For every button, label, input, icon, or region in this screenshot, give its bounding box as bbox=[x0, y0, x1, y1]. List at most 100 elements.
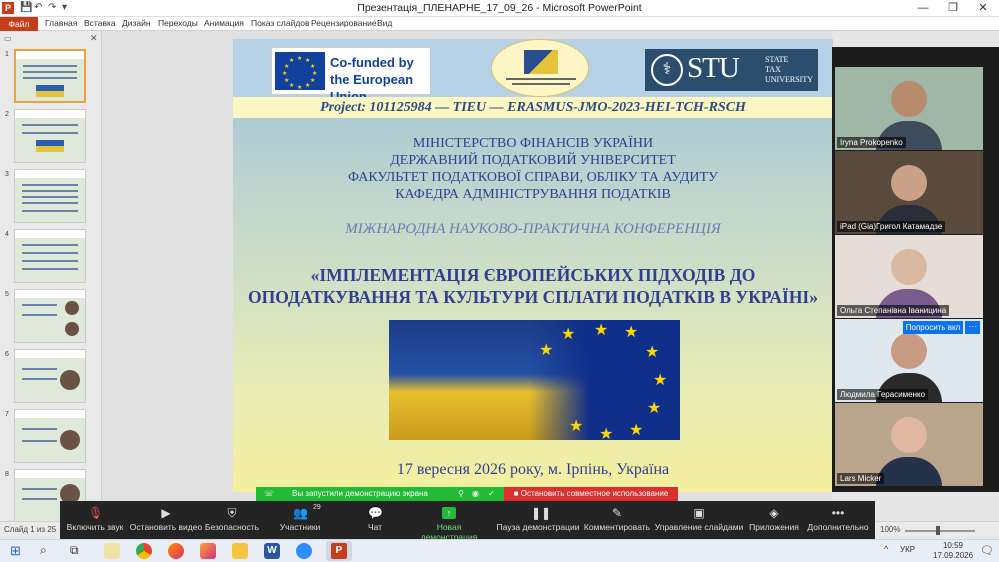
thumb-slide-6[interactable] bbox=[14, 349, 86, 403]
powerpoint-taskbar-button[interactable]: P bbox=[326, 541, 352, 561]
close-button[interactable]: ✕ bbox=[968, 0, 998, 17]
mic-muted-icon: 🎙 bbox=[88, 506, 104, 520]
stu-logo: ⚕ STU STATE TAX UNIVERSITY bbox=[645, 49, 818, 91]
security-button[interactable]: ⛨ Безопасность bbox=[204, 501, 260, 539]
participants-count: 29 bbox=[313, 504, 321, 511]
share-mic-icon: ⚲ bbox=[458, 489, 464, 498]
video-tile[interactable]: Lars Micker bbox=[835, 403, 983, 486]
keyboard-language[interactable]: УКР bbox=[900, 545, 915, 554]
tab-review[interactable]: Рецензирование bbox=[311, 18, 377, 28]
clock-date: 17.09.2026 bbox=[933, 551, 974, 560]
stop-share-button[interactable]: ■ Остановить совместное использование bbox=[504, 487, 678, 501]
tab-design[interactable]: Дизайн bbox=[122, 18, 151, 28]
university-line: ДЕРЖАВНИЙ ПОДАТКОВИЙ УНІВЕРСИТЕТ bbox=[390, 153, 676, 168]
windows-taskbar: ⊞ ⌕ ⧉ W P ^ УКР 10:59 17.09.2026 🗨 bbox=[0, 539, 999, 562]
more-options-button[interactable]: ··· bbox=[965, 321, 980, 334]
thumb-number: 3 bbox=[5, 171, 9, 178]
slides-tab-icon[interactable]: ▭ bbox=[4, 34, 12, 43]
thumb-number: 6 bbox=[5, 351, 9, 358]
tab-home[interactable]: Главная bbox=[45, 18, 77, 28]
annotate-button[interactable]: ✎ Комментировать bbox=[582, 501, 652, 539]
slide-header: ★★★★★★★★★★★★ Co-funded by the European U… bbox=[233, 39, 833, 104]
thumb-slide-7[interactable] bbox=[14, 409, 86, 463]
eu-logo-line1: Co-funded by bbox=[330, 55, 414, 70]
video-tile[interactable]: Iryna Prokopenko bbox=[835, 67, 983, 150]
share-banner-text: Вы запустили демонстрацию экрана bbox=[292, 489, 428, 498]
thumb-slide-5[interactable] bbox=[14, 289, 86, 343]
thumb-slide-1[interactable] bbox=[14, 49, 86, 103]
slide-counter: Слайд 1 из 25 bbox=[4, 525, 57, 534]
share-shield-icon: ✓ bbox=[488, 489, 495, 498]
thumb-slide-4[interactable] bbox=[14, 229, 86, 283]
maximize-button[interactable]: ❐ bbox=[938, 0, 968, 17]
tab-animation[interactable]: Анимация bbox=[204, 18, 244, 28]
stu-emblem-icon: ⚕ bbox=[651, 54, 683, 86]
tab-view[interactable]: Вид bbox=[377, 18, 392, 28]
more-button[interactable]: ••• Дополнительно bbox=[804, 501, 872, 539]
instagram-icon[interactable] bbox=[200, 543, 216, 559]
shield-icon: ⛨ bbox=[227, 506, 237, 520]
video-tile[interactable]: iPad (Gia)Григол Катамадзе bbox=[835, 151, 983, 234]
zoom-level: 100% bbox=[880, 525, 901, 534]
clock-time: 10:59 bbox=[942, 541, 964, 550]
stop-video-button[interactable]: ▶ Остановить видео bbox=[128, 501, 204, 539]
stu-line3: UNIVERSITY bbox=[765, 75, 813, 84]
zoom-slider[interactable] bbox=[905, 530, 975, 532]
conference-date: 17 вересня 2026 року, м. Ірпінь, Україна bbox=[396, 461, 670, 478]
new-share-button[interactable]: ↑ Новая демонстрация bbox=[408, 501, 490, 542]
tray-chevron-icon[interactable]: ^ bbox=[884, 544, 888, 554]
project-line: Project: 101125984 — TIEU — ERASMUS-JMO-… bbox=[233, 97, 833, 118]
tab-transitions[interactable]: Переходы bbox=[158, 18, 198, 28]
chat-button[interactable]: 💬 Чат bbox=[350, 501, 400, 539]
tab-slideshow[interactable]: Показ слайдов bbox=[251, 18, 310, 28]
task-view-icon[interactable]: ⧉ bbox=[70, 543, 79, 558]
pause-icon: ❚❚ bbox=[531, 506, 552, 520]
chrome-icon[interactable] bbox=[136, 543, 152, 559]
request-video-button[interactable]: Попросить вкл bbox=[903, 321, 963, 334]
thumb-number: 5 bbox=[5, 291, 9, 298]
search-icon[interactable]: ⌕ bbox=[40, 543, 47, 558]
current-slide[interactable]: ★★★★★★★★★★★★ Co-funded by the European U… bbox=[233, 39, 833, 492]
zoom-meeting-toolbar: 🎙 Включить звук ▶ Остановить видео ⛨ Безопа… bbox=[60, 501, 875, 542]
apps-button[interactable]: ◈ Приложения bbox=[746, 501, 802, 539]
notes-app-icon[interactable] bbox=[104, 543, 120, 559]
eu-flag-icon: ★ ★ ★ ★ ★ ★ ★ ★ ★ ★ ★ ★ bbox=[275, 52, 325, 91]
slide-thumbnails: ▭ ✕ 1 2 3 4 5 6 7 8 bbox=[0, 31, 102, 523]
participants-button[interactable]: 👥 Участники bbox=[270, 501, 330, 539]
zoom-slider-thumb[interactable] bbox=[936, 526, 940, 535]
pen-icon: ✎ bbox=[611, 506, 623, 520]
participants-video-panel: Iryna Prokopenko iPad (Gia)Григол Катама… bbox=[832, 47, 999, 492]
thumb-slide-3[interactable] bbox=[14, 169, 86, 223]
firefox-icon[interactable] bbox=[168, 543, 184, 559]
video-tile[interactable]: Ольга Степанівна Іваницина bbox=[835, 235, 983, 318]
notifications-icon[interactable]: 🗨 bbox=[980, 544, 994, 557]
close-pane-icon[interactable]: ✕ bbox=[90, 33, 98, 44]
file-explorer-icon[interactable] bbox=[232, 543, 248, 559]
pause-share-button[interactable]: ❚❚ Пауза демонстрации bbox=[496, 501, 580, 539]
thumb-number: 7 bbox=[5, 411, 9, 418]
conference-type: МІЖНАРОДНА НАУКОВО-ПРАКТИЧНА КОНФЕРЕНЦІЯ bbox=[345, 221, 721, 237]
share-status-icon: ◉ bbox=[472, 489, 479, 498]
conference-title-line2: ОПОДАТКУВАННЯ ТА КУЛЬТУРИ СПЛАТИ ПОДАТКІ… bbox=[248, 287, 818, 307]
windows-start-icon[interactable]: ⊞ bbox=[10, 544, 21, 558]
share-screen-icon: ↑ bbox=[442, 507, 456, 519]
thumb-slide-2[interactable] bbox=[14, 109, 86, 163]
chat-icon: 💬 bbox=[368, 506, 383, 520]
thumb-number: 2 bbox=[5, 111, 9, 118]
conference-title-line1: «ІМПЛЕМЕНТАЦІЯ ЄВРОПЕЙСЬКИХ ПІДХОДІВ ДО bbox=[310, 265, 756, 285]
word-icon[interactable]: W bbox=[264, 543, 280, 559]
slide-control-button[interactable]: ▣ Управление слайдами bbox=[654, 501, 744, 539]
thumb-number: 1 bbox=[5, 51, 9, 58]
unmute-button[interactable]: 🎙 Включить звук bbox=[62, 501, 128, 539]
zoom-app-icon[interactable] bbox=[296, 543, 312, 559]
tab-insert[interactable]: Вставка bbox=[84, 18, 116, 28]
minimize-button[interactable]: — bbox=[908, 0, 938, 17]
ministry-line: МІНІСТЕРСТВО ФІНАНСІВ УКРАЇНИ bbox=[412, 136, 654, 151]
tab-file[interactable]: Файл bbox=[0, 17, 38, 31]
share-phone-icon: ☏ bbox=[264, 489, 275, 498]
participant-name: Людмила Герасименко bbox=[837, 389, 929, 400]
stop-share-label: Остановить совместное использование bbox=[520, 489, 669, 498]
conference-seal-logo bbox=[491, 39, 589, 97]
window-title: Презентація_ПЛЕНАРНЕ_17_09_26 - Microsof… bbox=[357, 2, 642, 14]
clock[interactable]: 10:59 17.09.2026 bbox=[933, 541, 973, 561]
